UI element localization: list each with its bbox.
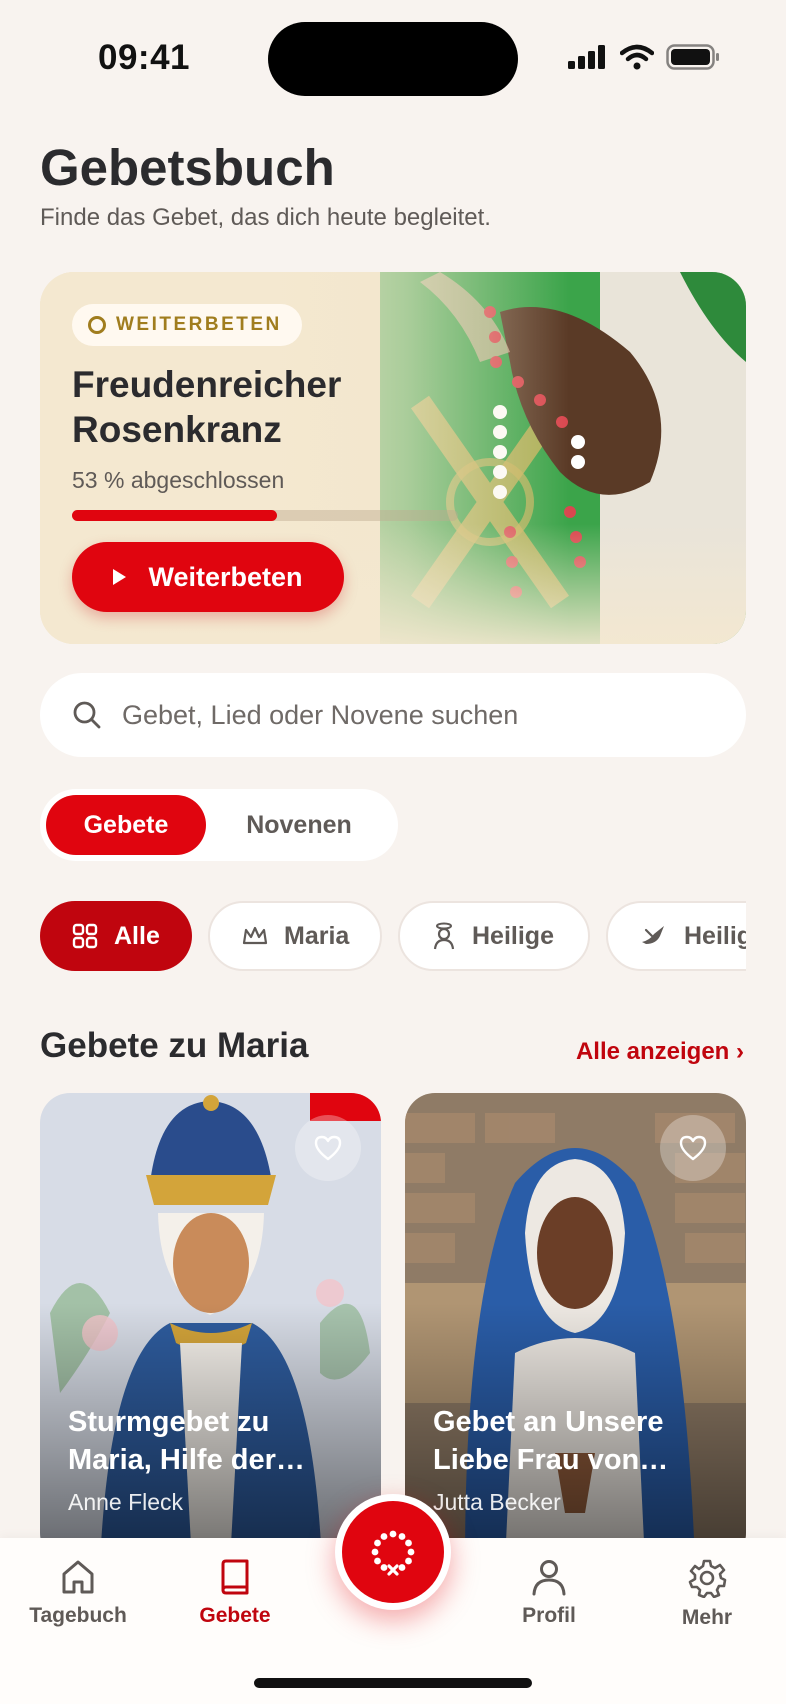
tab-gebete[interactable]: Gebete	[160, 1558, 310, 1628]
progress-bar	[72, 510, 458, 521]
ring-icon	[88, 316, 106, 334]
book-icon	[221, 1559, 249, 1595]
search-placeholder: Gebet, Lied oder Novene suchen	[122, 699, 519, 730]
rosary-icon	[371, 1530, 415, 1576]
dynamic-island	[268, 22, 518, 96]
dove-icon	[642, 926, 664, 944]
tab-tagebuch[interactable]: Tagebuch	[3, 1558, 153, 1628]
chip-label: Maria	[284, 921, 350, 950]
chip-heilige[interactable]: Heilige	[398, 901, 590, 971]
rosary-action-button[interactable]	[335, 1494, 451, 1610]
chip-heilig[interactable]: Heilig	[606, 901, 746, 971]
chip-label: Heilige	[472, 921, 554, 950]
continue-button-label: Weiterbeten	[148, 561, 303, 592]
page-subtitle: Finde das Gebet, das dich heute begleite…	[40, 204, 491, 231]
search-input[interactable]: Gebet, Lied oder Novene suchen	[40, 673, 746, 757]
chip-maria[interactable]: Maria	[208, 901, 382, 971]
saint-icon	[433, 922, 455, 950]
grid-icon	[72, 923, 98, 949]
prayer-card[interactable]: Gebet an Unsere Liebe Frau von… Jutta Be…	[405, 1093, 746, 1563]
home-icon	[62, 1560, 94, 1594]
status-time: 09:41	[98, 38, 191, 77]
continue-praying-card[interactable]: WEITERBETEN Freudenreicher Rosenkranz 53…	[40, 272, 746, 644]
type-segmented-control: Gebete Novenen	[40, 789, 398, 861]
continue-badge: WEITERBETEN	[72, 304, 302, 346]
cellular-signal-icon	[568, 45, 605, 69]
tab-label: Tagebuch	[29, 1604, 127, 1627]
status-icons	[568, 44, 720, 70]
heart-icon	[314, 1135, 342, 1161]
home-indicator	[254, 1678, 532, 1688]
tab-label: Profil	[522, 1604, 576, 1627]
person-icon	[532, 1560, 566, 1596]
prayer-title: Freudenreicher Rosenkranz	[72, 364, 342, 450]
status-bar: 09:41	[0, 0, 786, 120]
badge-label: WEITERBETEN	[116, 314, 282, 335]
segment-gebete[interactable]: Gebete	[46, 795, 206, 855]
crown-icon	[242, 926, 268, 945]
chip-label: Alle	[114, 921, 160, 950]
tab-profil[interactable]: Profil	[474, 1558, 624, 1628]
category-chips: Alle Maria Heilige Heilig	[40, 901, 746, 973]
tab-mehr[interactable]: Mehr	[632, 1558, 782, 1630]
page-title: Gebetsbuch	[40, 139, 335, 196]
play-icon	[113, 569, 127, 585]
wifi-icon	[620, 44, 654, 70]
heart-icon	[679, 1135, 707, 1161]
segment-novenen[interactable]: Novenen	[206, 795, 392, 855]
progress-label: 53 % abgeschlossen	[72, 467, 285, 493]
gear-icon	[688, 1559, 727, 1598]
search-icon	[73, 701, 101, 729]
card-author: Anne Fleck	[68, 1489, 184, 1515]
card-title: Gebet an Unsere Liebe Frau von…	[433, 1406, 669, 1476]
favorite-button[interactable]	[660, 1115, 726, 1181]
progress-bar-fill	[72, 510, 277, 521]
favorite-button[interactable]	[295, 1115, 361, 1181]
chip-alle[interactable]: Alle	[40, 901, 192, 971]
continue-button[interactable]: Weiterbeten	[72, 542, 344, 612]
chip-label: Heilig	[684, 921, 746, 950]
section-title: Gebete zu Maria	[40, 1026, 309, 1065]
tab-label: Mehr	[681, 1606, 733, 1629]
prayer-card[interactable]: Sturmgebet zu Maria, Hilfe der… Anne Fle…	[40, 1093, 381, 1563]
card-title: Sturmgebet zu Maria, Hilfe der…	[68, 1406, 305, 1476]
tab-label: Gebete	[199, 1604, 271, 1627]
show-all-link[interactable]: Alle anzeigen ›	[576, 1038, 744, 1066]
battery-icon	[666, 44, 719, 70]
card-author: Jutta Becker	[433, 1489, 561, 1515]
